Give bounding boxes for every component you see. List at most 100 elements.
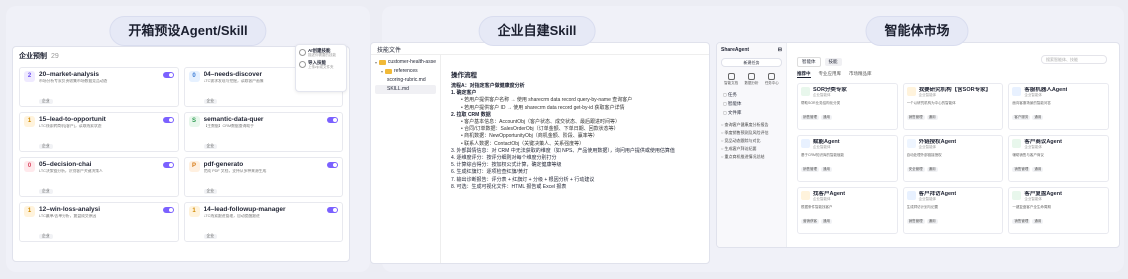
market-tab[interactable]: 技能 [824,58,842,66]
history-item[interactable]: 重点商机推进情况总结 [721,153,782,161]
agent-icon [1012,191,1022,200]
skill-card-body: semantic-data-quer 【主数据】CRM数据查询助手 企业 [203,116,332,149]
history-item[interactable]: 生成客户拜访纪要 [721,145,782,153]
agent-tag: 销售管理 [801,115,819,120]
collapse-icon[interactable]: ⊟ [778,47,782,53]
enable-toggle[interactable] [327,117,338,123]
agent-card-header: 客户商议Agent 企业智能体 [1012,139,1105,150]
agent-card-header: 外链授权Agent 企业智能体 [906,139,1000,150]
quick-actions: 智能文档 数据分析 任务中心 [721,73,782,86]
agent-card[interactable]: 客服机器人Agent 企业智能体 面向客服场景的智能问答 客户服务 通用 [1008,83,1109,130]
agent-tag: 销售管理 [801,167,819,172]
agent-icon [1012,87,1022,96]
skill-card-tag: 企业 [203,144,218,149]
market-subtab[interactable]: 专业应用库 [819,71,842,78]
quick-action-1[interactable]: 数据分析 [744,73,759,86]
file-tree-label: references [394,68,418,74]
skill-card-body: 20–market-analysis 市场分析专家负责收集市场数据竞品动态 企业 [39,71,167,104]
agent-tag: 客户服务 [1012,115,1031,120]
agent-subtitle: 企业智能体 [1024,197,1042,201]
skill-card[interactable]: 2 20–market-analysis 市场分析专家负责收集市场数据竞品动态 企业 [19,67,179,107]
agent-subtitle: 企业智能体 [918,197,937,201]
enable-toggle[interactable] [162,207,174,213]
skill-card-number: 2 [24,71,35,82]
sidebar-item[interactable]: 智能体 [723,99,782,108]
skill-card-title: pdf-generato [203,161,244,168]
skill-card-number: 1 [24,116,35,127]
preset-panel-title: 开箱预设Agent/Skill [109,16,267,46]
skill-card-number: S [188,116,200,127]
agent-tags: 销售管理 通用 [1012,167,1105,172]
agent-tags: 安全管理 通用 [906,167,1000,172]
agent-tag: 通用 [926,219,938,224]
agent-card-header: 客户拜访Agent 企业智能体 [906,191,1000,202]
sidebar: ShareAgent ⊟ 新建任务 智能文档数据分析任务中心 任务智能体文件库 … [717,43,787,247]
enable-toggle[interactable] [327,207,338,213]
enable-toggle[interactable] [162,72,174,78]
history-item[interactable]: 季度销售预测及风险评估 [721,129,782,137]
skill-card-desc: 【主数据】CRM数据查询助手 [203,124,254,128]
agent-card[interactable]: 客户复盘Agent 企业智能体 一键复盘客户全生命周期 销售管理 通用 [1008,187,1109,234]
market-search-input[interactable]: 搜索智能体、技能 [1041,55,1107,64]
agent-tag: 销售管理 [906,219,925,224]
quick-action-0[interactable]: 智能文档 [724,73,739,86]
agent-card[interactable]: 客户商议Agent 企业智能体 辅助销售与客户商议 销售管理 通用 [1008,135,1109,182]
agent-icon [906,87,916,96]
chevron-down-icon[interactable]: ▾ [375,58,377,67]
market-subtab[interactable]: 市场精品库 [849,71,872,78]
agent-card[interactable]: SOR分类专家 企业智能体 帮助SOR业务结构化分类 销售管理 通用 [797,83,898,130]
file-tree-label: SKILL.md [387,86,409,92]
file-tree-item[interactable]: ▾ customer-health-asse [375,58,436,67]
import-skill-item[interactable]: 导入技能 上传zip或文件夹 [299,60,343,69]
agent-icon [906,191,916,200]
skill-card-desc: LTC线索转商机(客户)，读取线索状态 [39,124,102,128]
file-tree-item[interactable]: ▾ references [375,67,436,76]
agent-card[interactable]: 外链授权Agent 企业智能体 自动处理外部链接授权 安全管理 通用 [902,135,1004,182]
doc-line: 若用户提供客户名称 → 使用 sharecrm data record quer… [451,97,701,104]
agent-card[interactable]: 客户拜访Agent 企业智能体生成拜访计划与纪要 销售管理 通用 [902,187,1004,234]
quick-action-label: 任务中心 [764,81,779,85]
agent-desc: 根据条件智能找客户 [801,205,833,209]
enable-toggle[interactable] [162,162,174,168]
agent-icon [801,191,810,200]
agent-card[interactable]: 赋能Agent 企业智能体 基于CRM知识库的智能赋能 销售管理 通用 [797,135,898,182]
agent-tag: 通用 [926,115,938,120]
skill-card-desc: LTC决策链分析，识别客户关键决策人 [39,169,103,173]
agent-card[interactable]: 找客户Agent 企业智能体 根据条件智能找客户 营销获客 通用 [797,187,898,234]
chevron-down-icon[interactable]: ▾ [381,67,383,76]
create-skill-popover: AI创建技能 描述你需要的技能 导入技能 上传zip或文件夹 [295,44,347,92]
ai-create-skill-item[interactable]: AI创建技能 描述你需要的技能 [299,48,343,57]
file-tree-item[interactable]: SKILL.md [375,85,436,94]
agent-card-header: 赋能Agent 企业智能体 [801,139,894,150]
file-tree-item[interactable]: scoring-rubric.md [375,76,436,85]
agent-title-block: 外链授权Agent 企业智能体 [919,139,957,150]
skill-card[interactable]: 1 15–lead-to-opportunit LTC线索转商机(客户)，读取线索状… [19,112,179,152]
agent-tags: 销售管理 通用 [1012,219,1105,224]
market-tab[interactable]: 智能体 [797,57,821,67]
history-item[interactable]: 查询客户健康度分析报告 [721,121,782,129]
market-subtab[interactable]: 推荐中 [797,71,811,78]
skill-card-number: 1 [24,206,35,217]
agent-tag: 安全管理 [906,167,925,172]
skill-card-tag: 企业 [39,234,53,239]
agent-subtitle: 企业智能体 [813,93,831,97]
agent-card[interactable]: 我要研究机构【含SOR专家】 企业智能体 一个以研究机构为中心的智能体 销售管理 通用 [902,83,1004,130]
agent-title-block: 客户拜访Agent 企业智能体 [919,191,957,202]
sidebar-item[interactable]: 任务 [723,90,782,99]
agent-desc: 基于CRM知识库的智能赋能 [801,153,844,157]
skill-card[interactable]: Ppdf-generato 完成 PDF 文档，支持从多种来源生成 企业 [183,157,343,197]
quick-action-2[interactable]: 任务中心 [764,73,779,86]
new-task-button[interactable]: 新建任务 [721,58,782,67]
skill-card[interactable]: Ssemantic-data-quer 【主数据】CRM数据查询助手 企业 [183,112,343,152]
sidebar-item[interactable]: 文件库 [723,108,782,117]
enable-toggle[interactable] [327,162,338,168]
skill-card[interactable]: 1 12–win-loss-analysi LTC赢单/丢单分析，复盘成交原因 企业 [19,202,179,242]
history-item[interactable]: 竞品动态跟踪与对比 [721,137,782,145]
agent-tags: 销售管理 通用 [801,115,894,120]
skill-card[interactable]: 0 05–decision-chai LTC决策链分析，识别客户关键决策人 企业 [19,157,179,197]
agent-tags: 销售管理 通用 [906,115,1000,120]
agent-title-block: 客户商议Agent 企业智能体 [1024,139,1062,150]
enable-toggle[interactable] [162,117,174,123]
agent-desc: 生成拜访计划与纪要 [906,205,939,209]
skill-card[interactable]: 1 14–lead-followup-manager LTC线索跟进管理，自动提醒跟… [183,202,343,242]
